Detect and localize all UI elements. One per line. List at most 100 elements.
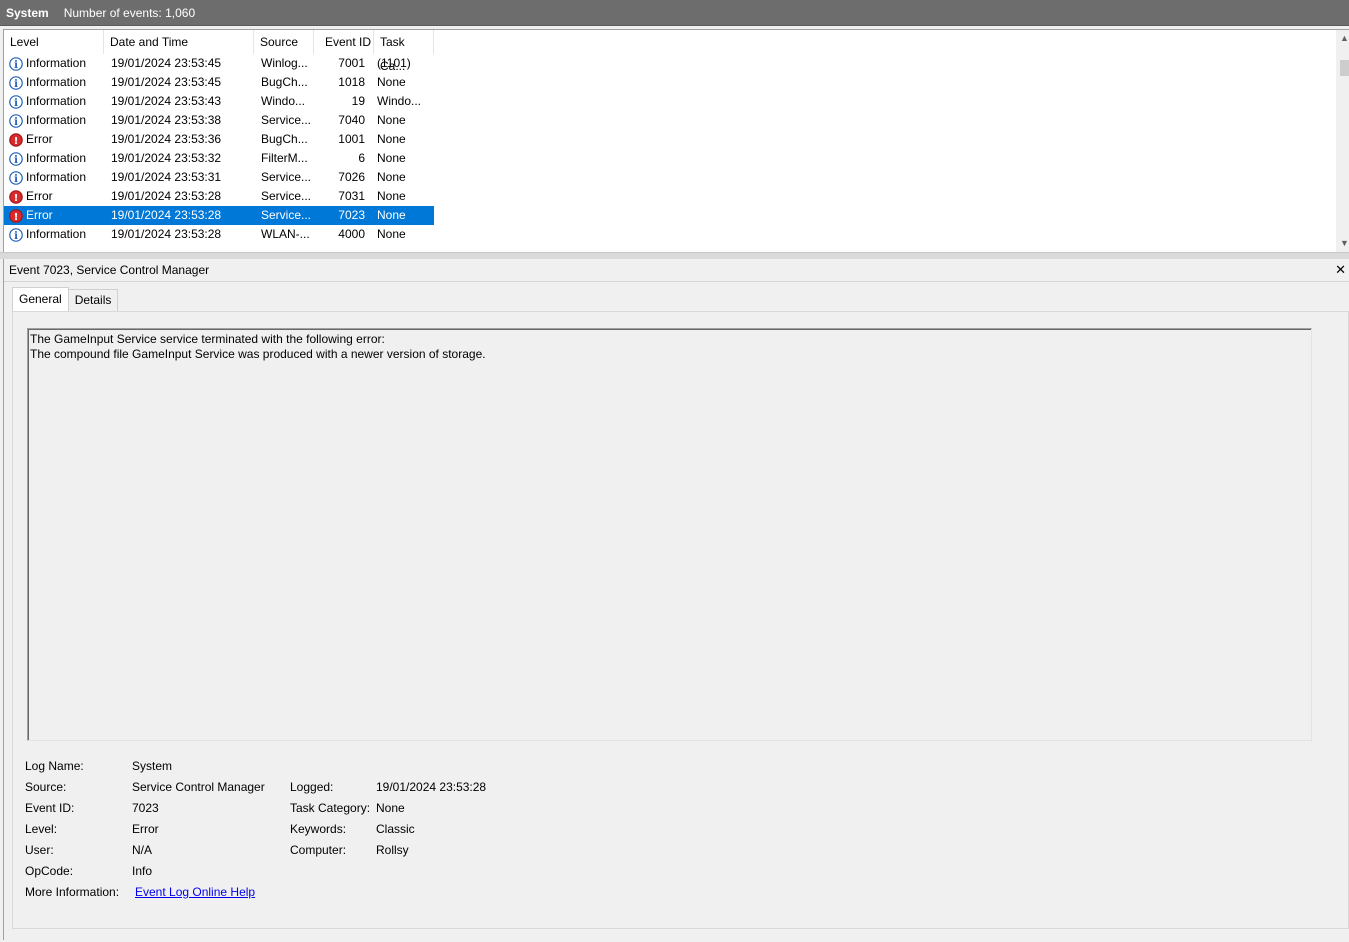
date-cell: 19/01/2024 23:53:28 <box>104 206 254 225</box>
table-row[interactable]: i Information 19/01/2024 23:53:43 Windo... 1… <box>4 92 434 111</box>
properties-left: Log Name: System Source: Service Control Ma… <box>25 756 265 903</box>
task-category-cell: None <box>377 227 406 241</box>
table-row[interactable]: i Information 19/01/2024 23:53:38 Service..… <box>4 111 434 130</box>
right-property-row: Computer: Rollsy <box>290 840 486 861</box>
level-cell: i Information <box>4 168 104 187</box>
list-scrollbar[interactable]: ▲ ▼ <box>1336 30 1349 252</box>
source-cell: BugCh... <box>261 75 308 89</box>
table-row[interactable]: i Information 19/01/2024 23:53:31 Service..… <box>4 168 434 187</box>
detail-title: Event 7023, Service Control Manager <box>9 263 210 277</box>
pane-splitter[interactable] <box>0 252 1349 259</box>
property-label: Task Category: <box>290 801 371 815</box>
level-text: Information <box>26 170 87 184</box>
event-id-cell: 19 <box>351 94 365 108</box>
column-header-event-id[interactable]: Event ID <box>314 30 374 54</box>
task-category-cell: None <box>377 189 406 203</box>
column-header-date[interactable]: Date and Time <box>104 30 254 54</box>
column-header-task-category[interactable]: Task Ca... <box>374 30 434 73</box>
online-help-link[interactable]: Event Log Online Help <box>135 882 255 903</box>
property-label: OpCode: <box>25 864 74 878</box>
svg-text:!: ! <box>14 136 19 147</box>
properties-right: Logged: 19/01/2024 23:53:28 Task Category:… <box>290 777 486 861</box>
table-row[interactable]: i Information 19/01/2024 23:53:45 Winlog...… <box>4 54 434 73</box>
source-cell: BugCh... <box>261 132 308 146</box>
event-id-cell: 4000 <box>338 227 365 241</box>
left-property-row: OpCode: Info <box>25 861 265 882</box>
level-text: Information <box>26 113 87 127</box>
date-cell: 19/01/2024 23:53:32 <box>111 151 222 165</box>
property-value: Info <box>132 864 153 878</box>
property-value: Service Control Manager <box>132 780 265 794</box>
table-row[interactable]: ! Error 19/01/2024 23:53:28 Service... 7031 N… <box>4 187 434 206</box>
task-category-cell: None <box>377 170 406 184</box>
column-header-source[interactable]: Source <box>254 30 314 54</box>
property-label: Keywords: <box>290 822 347 836</box>
task-category-cell: None <box>377 113 406 127</box>
right-property-row: Task Category: None <box>290 798 486 819</box>
left-property-row: Level: Error <box>25 819 265 840</box>
event-id-cell: 7023 <box>314 206 371 225</box>
info-icon: i <box>9 227 23 242</box>
event-message-box[interactable]: The GameInput Service service terminated… <box>27 328 1312 741</box>
log-name: System <box>6 5 49 20</box>
error-icon: ! <box>9 208 23 223</box>
scroll-thumb[interactable] <box>1340 60 1349 76</box>
tab-details[interactable]: Details <box>68 289 119 311</box>
scroll-down-icon[interactable]: ▼ <box>1336 235 1349 252</box>
task-category-cell: (1101) <box>377 56 411 70</box>
level-cell: ! Error <box>4 206 104 225</box>
detail-title-bar: Event 7023, Service Control Manager ✕ <box>4 259 1349 282</box>
task-category-cell: None <box>377 75 406 89</box>
level-cell: i Information <box>4 225 104 244</box>
info-icon: i <box>9 56 23 71</box>
svg-text:!: ! <box>14 193 19 204</box>
partial-row[interactable] <box>4 244 434 252</box>
level-cell: i Information <box>4 149 104 168</box>
event-rows: i Information 19/01/2024 23:53:45 Winlog...… <box>4 54 434 244</box>
info-icon: i <box>9 113 23 128</box>
event-detail-pane: Event 7023, Service Control Manager ✕ Ge… <box>3 259 1349 940</box>
property-value: Classic <box>376 822 415 836</box>
property-value: Rollsy <box>376 843 409 857</box>
table-row[interactable]: i Information 19/01/2024 23:53:28 WLAN-... 4… <box>4 225 434 244</box>
scroll-up-icon[interactable]: ▲ <box>1336 30 1349 47</box>
source-cell: FilterM... <box>261 151 308 165</box>
date-cell: 19/01/2024 23:53:45 <box>111 56 222 70</box>
source-cell: Service... <box>254 206 314 225</box>
level-cell: i Information <box>4 73 104 92</box>
table-row[interactable]: ! Error 19/01/2024 23:53:36 BugCh... 1001 Non… <box>4 130 434 149</box>
event-id-cell: 6 <box>358 151 365 165</box>
property-value: Error <box>132 822 159 836</box>
source-cell: Windo... <box>261 94 306 108</box>
svg-text:i: i <box>14 98 18 109</box>
date-cell: 19/01/2024 23:53:43 <box>111 94 222 108</box>
level-text: Error <box>26 189 53 203</box>
task-category-cell: None <box>371 206 434 225</box>
event-list[interactable]: Level Date and Time Source Event ID Task… <box>3 29 1349 252</box>
table-row[interactable]: i Information 19/01/2024 23:53:32 FilterM..… <box>4 149 434 168</box>
property-label: Level: <box>25 822 58 836</box>
table-row[interactable]: ! Error 19/01/2024 23:53:28 Service... 7023 N… <box>4 206 434 225</box>
event-id-cell: 1001 <box>338 132 365 146</box>
message-line: The GameInput Service service terminated… <box>30 332 385 346</box>
property-label: User: <box>25 843 54 857</box>
svg-text:i: i <box>14 174 18 185</box>
column-header-level[interactable]: Level <box>4 30 104 54</box>
property-value: System <box>132 759 173 773</box>
right-property-row: Logged: 19/01/2024 23:53:28 <box>290 777 486 798</box>
table-row[interactable]: i Information 19/01/2024 23:53:45 BugCh... 1… <box>4 73 434 92</box>
date-cell: 19/01/2024 23:53:28 <box>111 227 222 241</box>
property-label: Logged: <box>290 780 334 794</box>
svg-text:!: ! <box>14 212 19 223</box>
close-icon[interactable]: ✕ <box>1335 259 1346 281</box>
svg-text:i: i <box>14 79 18 90</box>
level-cell: i Information <box>4 92 104 111</box>
svg-text:i: i <box>14 155 18 166</box>
task-category-cell: None <box>377 151 406 165</box>
tab-general[interactable]: General <box>12 287 69 311</box>
property-value: 19/01/2024 23:53:28 <box>376 780 487 794</box>
detail-tabs: General Details <box>12 287 119 311</box>
right-property-row: Keywords: Classic <box>290 819 486 840</box>
level-cell: i Information <box>4 54 104 73</box>
svg-text:i: i <box>14 60 18 71</box>
